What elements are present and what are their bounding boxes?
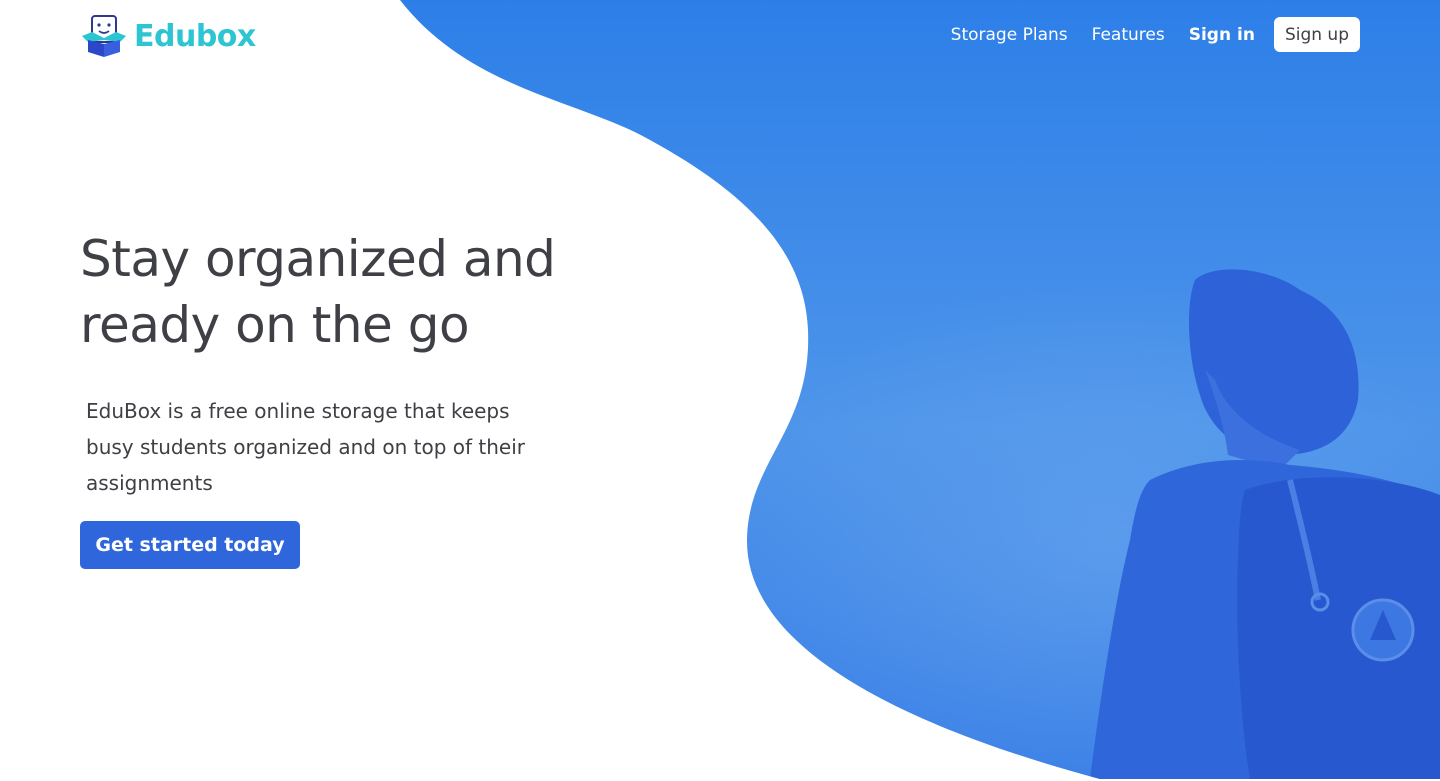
hero-background (400, 0, 1440, 779)
student-photo (700, 250, 1440, 779)
nav-storage-plans[interactable]: Storage Plans (951, 25, 1068, 45)
hero-description-line1: EduBox is a free online storage that kee… (86, 399, 510, 423)
get-started-button[interactable]: Get started today (80, 521, 300, 569)
nav-features[interactable]: Features (1092, 25, 1165, 45)
sign-up-button[interactable]: Sign up (1273, 17, 1360, 52)
hero-title-line2: ready on the go (80, 296, 470, 354)
hero-title: Stay organized and ready on the go (80, 226, 640, 358)
sign-in-link[interactable]: Sign in (1189, 25, 1255, 45)
top-nav: Storage Plans Features Sign in Sign up (927, 17, 1360, 52)
hero-title-line1: Stay organized and (80, 230, 556, 288)
hero-description-line2: busy students organized and on top of th… (86, 435, 525, 459)
hero-description-line3: assignments (86, 471, 213, 495)
box-mascot-icon (82, 15, 126, 57)
logo[interactable]: Edubox (80, 14, 256, 58)
hero-description: EduBox is a free online storage that kee… (86, 393, 566, 501)
brand-name: Edubox (134, 18, 256, 54)
